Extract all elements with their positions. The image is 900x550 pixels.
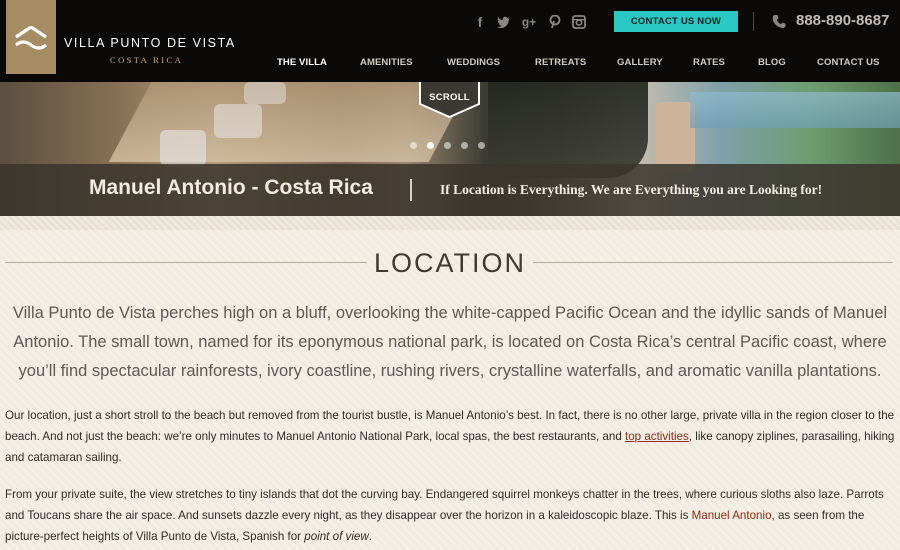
nav-amenities[interactable]: AMENITIES <box>360 57 413 68</box>
hero-title: Manuel Antonio - Costa Rica <box>89 176 373 199</box>
hero-image-cushion <box>655 102 695 172</box>
hero-image-glass <box>160 130 206 166</box>
slide-dots <box>410 142 485 150</box>
slide-dot[interactable] <box>410 142 417 149</box>
nav-weddings[interactable]: WEDDINGS <box>447 57 500 68</box>
hero-tagline: If Location is Everything. We are Everyt… <box>440 182 823 197</box>
paragraph-1: Our location, just a short stroll to the… <box>5 405 895 468</box>
pinterest-icon[interactable] <box>547 14 563 30</box>
point-of-view-emphasis: point of view <box>304 530 369 543</box>
twitter-icon[interactable] <box>496 14 512 30</box>
nav-the-villa[interactable]: THE VILLA <box>277 57 327 68</box>
paragraph-2-text-end: . <box>368 530 372 543</box>
hero-image-glass <box>244 82 286 104</box>
nav-retreats[interactable]: RETREATS <box>535 57 586 68</box>
nav-contact-us[interactable]: CONTACT US <box>817 57 880 68</box>
instagram-icon[interactable] <box>571 14 587 30</box>
google-plus-icon[interactable]: g+ <box>520 14 538 30</box>
site-header: VILLA PUNTO DE VISTA COSTA RICA f g+ CON… <box>0 0 900 82</box>
facebook-icon[interactable]: f <box>473 14 487 30</box>
nav-blog[interactable]: BLOG <box>758 57 786 68</box>
phone-icon <box>772 15 786 28</box>
brand-name[interactable]: VILLA PUNTO DE VISTA <box>64 36 236 50</box>
scroll-label[interactable]: SCROLL <box>419 92 480 103</box>
nav-gallery[interactable]: GALLERY <box>617 57 663 68</box>
decorative-strip <box>0 216 900 230</box>
brand-subtitle: COSTA RICA <box>110 55 184 65</box>
slide-dot[interactable] <box>478 142 485 149</box>
logo-mark[interactable] <box>6 0 56 74</box>
manuel-antonio-link[interactable]: Manuel Antonio <box>692 509 772 522</box>
slide-dot-active[interactable] <box>427 142 434 149</box>
hero-image-ocean <box>690 92 900 128</box>
slide-dot[interactable] <box>461 142 468 149</box>
nav-rates[interactable]: RATES <box>693 57 725 68</box>
wave-logo-icon <box>14 26 48 50</box>
lead-paragraph: Villa Punto de Vista perches high on a b… <box>12 304 888 380</box>
header-divider <box>753 12 754 31</box>
slide-dot[interactable] <box>444 142 451 149</box>
paragraph-2: From your private suite, the view stretc… <box>5 484 895 547</box>
hero-image-glass <box>214 104 262 138</box>
top-activities-link[interactable]: top activities <box>625 430 689 443</box>
caption-divider <box>410 179 412 201</box>
phone-number-link[interactable]: 888-890-8687 <box>796 12 889 29</box>
section-title: LOCATION <box>373 248 526 278</box>
contact-us-now-button[interactable]: CONTACT US NOW <box>614 11 738 32</box>
